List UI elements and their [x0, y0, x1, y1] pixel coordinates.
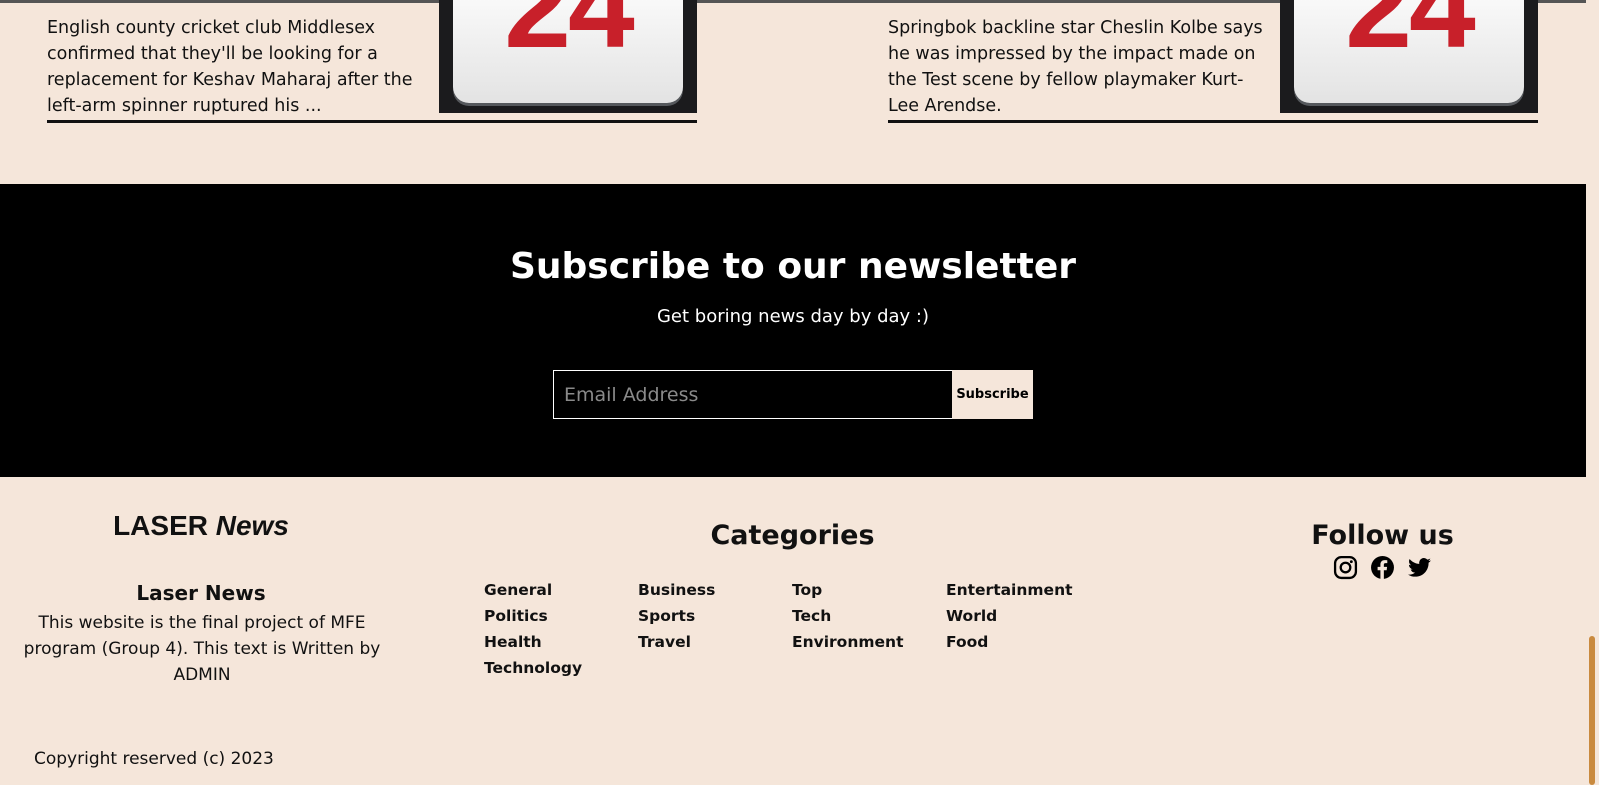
about-title: Laser News: [136, 581, 266, 605]
article-thumbnail[interactable]: 24: [439, 0, 697, 113]
footer-logo[interactable]: LASER News: [0, 508, 402, 544]
category-link-food[interactable]: Food: [946, 629, 1100, 655]
categories-list: General Business Top Entertainment Polit…: [484, 577, 1124, 681]
page: English county cricket club Middlesex co…: [0, 0, 1599, 785]
newsletter-subtitle: Get boring news day by day :): [656, 306, 930, 327]
calendar-icon: 24: [453, 0, 683, 103]
facebook-icon[interactable]: [1370, 555, 1395, 580]
category-link-travel[interactable]: Travel: [638, 629, 792, 655]
scrollbar-thumb[interactable]: [1589, 636, 1595, 785]
brand-name: LASER: [113, 510, 208, 541]
category-link-technology[interactable]: Technology: [484, 655, 638, 681]
category-link-top[interactable]: Top: [792, 577, 946, 603]
page-scrollbar[interactable]: [1586, 0, 1599, 785]
article-divider: [47, 120, 697, 123]
categories-title: Categories: [710, 520, 875, 551]
article-card[interactable]: Springbok backline star Cheslin Kolbe sa…: [888, 0, 1538, 125]
category-link-environment[interactable]: Environment: [792, 629, 946, 655]
category-link-health[interactable]: Health: [484, 629, 638, 655]
newsletter-form: Subscribe: [553, 370, 1033, 419]
article-thumbnail[interactable]: 24: [1280, 0, 1538, 113]
newsletter-section: Subscribe to our newsletter Get boring n…: [0, 184, 1586, 477]
article-card[interactable]: English county cricket club Middlesex co…: [47, 0, 697, 125]
follow-title: Follow us: [1311, 520, 1454, 551]
category-link-sports[interactable]: Sports: [638, 603, 792, 629]
instagram-icon[interactable]: [1333, 555, 1358, 580]
copyright-text: Copyright reserved (c) 2023: [34, 749, 274, 769]
calendar-icon: 24: [1294, 0, 1524, 103]
category-link-general[interactable]: General: [484, 577, 638, 603]
email-input[interactable]: [553, 370, 953, 419]
about-text: This website is the final project of MFE…: [23, 613, 381, 685]
category-link-world[interactable]: World: [946, 603, 1100, 629]
article-excerpt[interactable]: Springbok backline star Cheslin Kolbe sa…: [888, 15, 1268, 119]
category-link-business[interactable]: Business: [638, 577, 792, 603]
category-link-politics[interactable]: Politics: [484, 603, 638, 629]
social-links: [1333, 555, 1432, 580]
calendar-number: 24: [504, 0, 634, 73]
category-link-entertainment[interactable]: Entertainment: [946, 577, 1100, 603]
twitter-icon[interactable]: [1407, 555, 1432, 580]
newsletter-title: Subscribe to our newsletter: [509, 246, 1077, 287]
calendar-number: 24: [1345, 0, 1475, 73]
brand-accent: News: [215, 510, 289, 541]
subscribe-button[interactable]: Subscribe: [952, 370, 1033, 419]
category-link-tech[interactable]: Tech: [792, 603, 946, 629]
article-excerpt[interactable]: English county cricket club Middlesex co…: [47, 15, 427, 119]
article-divider: [888, 120, 1538, 123]
